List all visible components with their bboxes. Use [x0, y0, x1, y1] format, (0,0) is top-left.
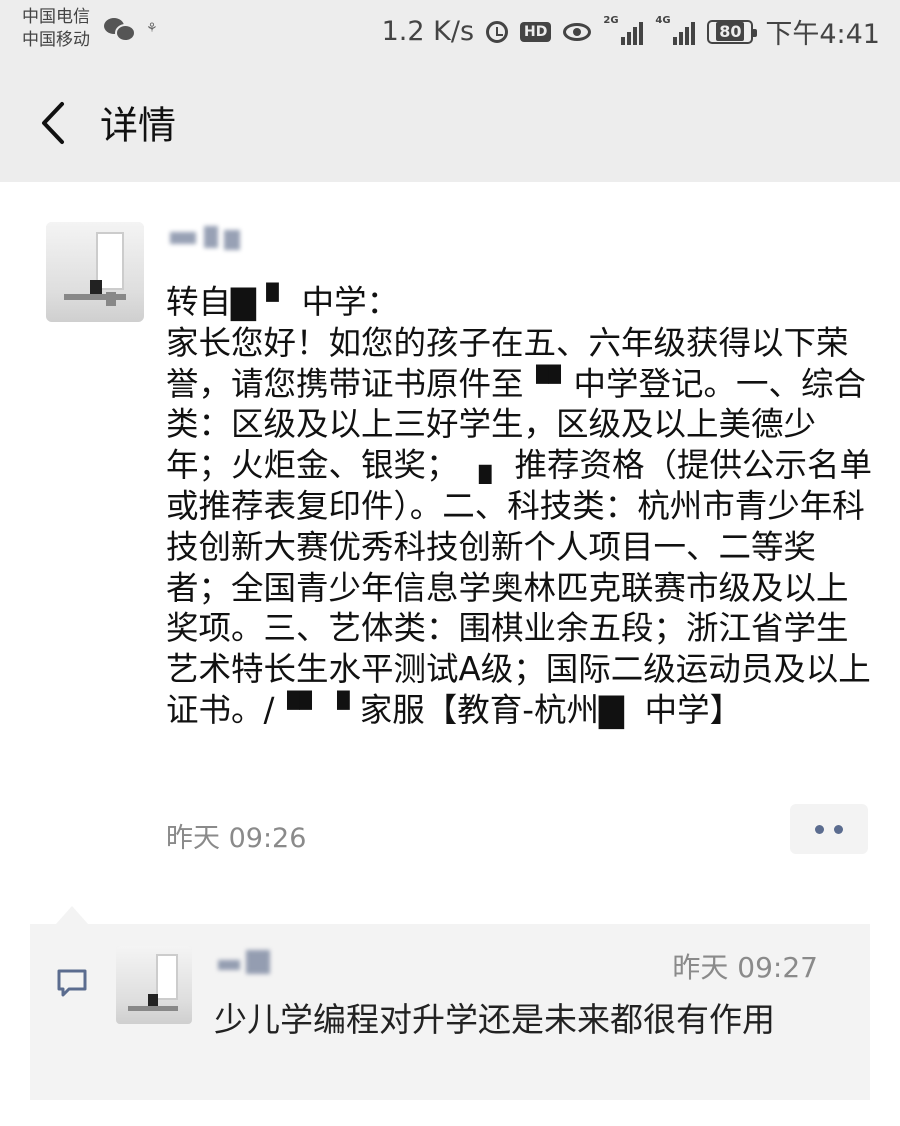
- page-title: 详情: [100, 103, 177, 148]
- comment-text: 少儿学编程对升学还是未来都很有作用: [214, 1000, 775, 1039]
- post-username[interactable]: [168, 222, 246, 252]
- wechat-icon: [104, 16, 136, 42]
- notification-icon: ⚘: [146, 20, 158, 36]
- comment-username[interactable]: [218, 948, 282, 976]
- comment-pointer: [56, 906, 88, 924]
- carrier-info: 中国电信 中国移动: [22, 6, 90, 52]
- post-content: 转自▇ ▘ 中学： 家长您好！如您的孩子在五、六年级获得以下荣誉，请您携带证书原…: [166, 283, 872, 729]
- signal-4g-icon: 4G: [655, 15, 696, 45]
- battery-level: 80: [716, 22, 745, 41]
- network-speed: 1.2 K/s: [381, 16, 475, 47]
- chevron-left-icon[interactable]: [36, 100, 76, 146]
- comment-section: 昨天 09:27 少儿学编程对升学还是未来都很有作用: [30, 924, 870, 1100]
- signal-2g-label: 2G: [603, 14, 619, 26]
- comment-icon: [57, 969, 87, 997]
- status-bar: 中国电信 中国移动 ⚘ 1.2 K/s HD 2G 4G 80 下午4:41: [0, 0, 900, 62]
- nav-bar: 详情: [0, 62, 900, 182]
- post-avatar[interactable]: [46, 222, 144, 322]
- signal-2g-icon: 2G: [603, 15, 644, 45]
- battery-icon: 80: [707, 19, 758, 44]
- eye-icon: [563, 22, 592, 41]
- status-right: 1.2 K/s HD 2G 4G 80 下午4:41: [382, 12, 880, 51]
- clock: 下午4:41: [765, 19, 880, 50]
- carrier-telecom: 中国电信: [22, 7, 90, 27]
- comment-time: 昨天 09:27: [672, 951, 818, 984]
- carrier-mobile: 中国移动: [22, 30, 90, 50]
- post-time: 昨天 09:26: [166, 823, 307, 854]
- signal-4g-label: 4G: [655, 14, 671, 26]
- comment-avatar[interactable]: [116, 946, 192, 1024]
- more-dots-icon[interactable]: [790, 804, 868, 854]
- hd-icon: HD: [520, 21, 552, 42]
- notification-icons: ⚘: [104, 16, 158, 42]
- alarm-icon: [486, 20, 509, 43]
